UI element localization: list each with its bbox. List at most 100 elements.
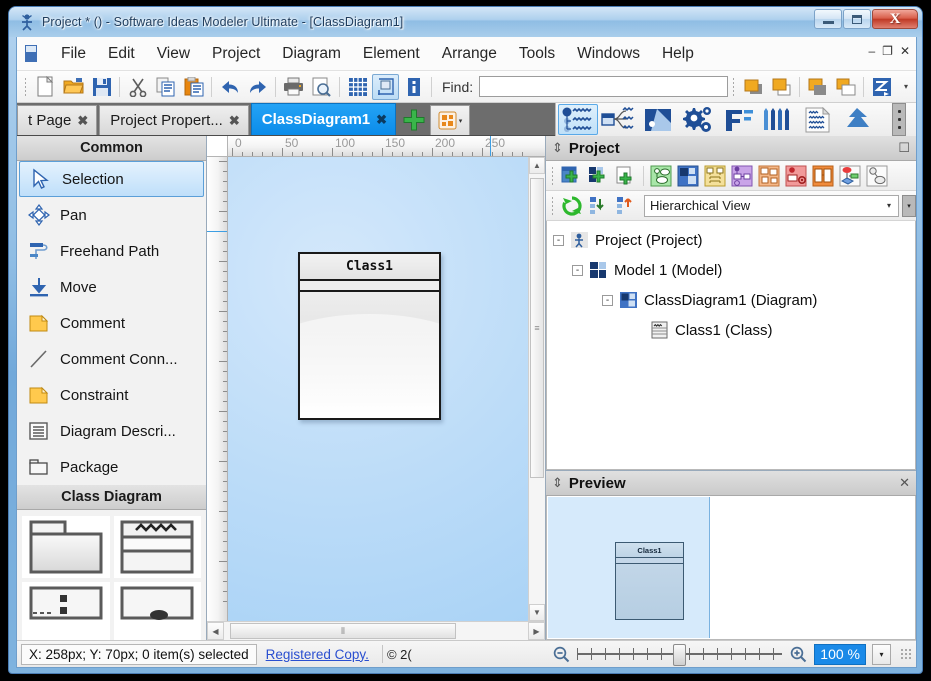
mdi-minimize-button[interactable]: – <box>868 45 875 57</box>
add-project-icon[interactable] <box>559 163 585 189</box>
activity-diagram-add-icon[interactable] <box>837 163 863 189</box>
ruler-icon[interactable] <box>372 73 399 100</box>
scroll-down-button[interactable]: ▼ <box>529 604 545 621</box>
view-mode-select[interactable]: Hierarchical View ▾ <box>644 194 899 217</box>
resize-grip[interactable] <box>900 648 912 660</box>
close-button[interactable]: X <box>872 9 918 29</box>
panel-toolbar-grip[interactable] <box>551 165 555 186</box>
auto-hide-pin-icon[interactable]: ⇕ <box>552 140 563 156</box>
maximize-button[interactable] <box>843 9 871 29</box>
collapse-all-icon[interactable] <box>613 193 639 219</box>
project-tree[interactable]: - Project (Project) - Model 1 (Model) - … <box>546 221 916 470</box>
grid-icon[interactable] <box>344 74 371 100</box>
canvas-horizontal-scrollbar[interactable]: ◀ ⦀ ▶ <box>207 621 545 640</box>
tab-start-page[interactable]: t Page ✖ <box>17 105 98 135</box>
cut-scissors-icon[interactable] <box>124 74 151 100</box>
tool-diagram-description[interactable]: Diagram Descri... <box>17 413 206 449</box>
format-font-icon[interactable] <box>718 104 758 135</box>
bring-forward-icon[interactable] <box>768 74 795 100</box>
auto-hide-pin-icon[interactable]: ⇕ <box>552 475 563 491</box>
tool-comment[interactable]: Comment <box>17 305 206 341</box>
vscroll-track[interactable]: ≡ <box>529 174 545 604</box>
tab-close-icon[interactable]: ✖ <box>376 112 387 128</box>
tab-classdiagram1[interactable]: ClassDiagram1 ✖ <box>250 103 397 135</box>
use-case-diagram-icon[interactable] <box>558 104 598 135</box>
zoom-dropdown-button[interactable]: ▾ <box>872 643 891 665</box>
tree-item-class1[interactable]: Class1 (Class) <box>547 315 915 345</box>
other-diagram-add-icon[interactable] <box>864 163 890 189</box>
menu-arrange[interactable]: Arrange <box>431 42 508 66</box>
scroll-right-button[interactable]: ▶ <box>528 622 545 640</box>
document-text-icon[interactable] <box>798 104 838 135</box>
panel-toolbar-grip-2[interactable] <box>551 195 555 216</box>
scroll-left-button[interactable]: ◀ <box>207 622 224 640</box>
note-shape-icon[interactable] <box>113 582 201 640</box>
info-icon[interactable] <box>400 74 427 100</box>
vertical-ruler[interactable]: 0 50 100 150 200 250 300 350 400 <box>207 157 228 621</box>
tree-item-project[interactable]: - Project (Project) <box>547 225 915 255</box>
close-icon[interactable]: ✕ <box>899 475 910 491</box>
send-backward-icon[interactable] <box>804 74 831 100</box>
menu-element[interactable]: Element <box>352 42 431 66</box>
tool-move[interactable]: Move <box>17 269 206 305</box>
undo-arrow-icon[interactable] <box>216 74 243 100</box>
gears-settings-icon[interactable] <box>678 104 718 135</box>
deployment-diagram-add-icon[interactable] <box>783 163 809 189</box>
toolbox-section-common-header[interactable]: Common <box>17 136 206 161</box>
shape-fill-icon[interactable] <box>638 104 678 135</box>
menu-file[interactable]: File <box>50 42 97 66</box>
horizontal-ruler[interactable]: 0 50 100 150 200 250 <box>228 136 545 157</box>
expander-toggle[interactable]: - <box>602 294 613 306</box>
registered-copy-link[interactable]: Registered Copy. <box>266 647 369 662</box>
search-input[interactable] <box>479 76 729 97</box>
canvas-vertical-scrollbar[interactable]: ▲ ≡ ▼ <box>528 157 545 621</box>
zoom-in-icon[interactable] <box>788 644 808 664</box>
toolbar-overflow-button[interactable]: ▾ <box>900 75 912 99</box>
tab-close-icon[interactable]: ✖ <box>77 113 88 129</box>
mdi-restore-button[interactable]: ❐ <box>882 45 893 57</box>
menu-tools[interactable]: Tools <box>508 42 566 66</box>
add-model-icon[interactable] <box>586 163 612 189</box>
state-diagram-add-icon[interactable] <box>729 163 755 189</box>
send-to-back-icon[interactable] <box>832 74 859 100</box>
add-tab-button[interactable] <box>398 105 431 135</box>
tab-list-button[interactable]: ▾ <box>430 105 471 135</box>
preview-body[interactable]: Class1 <box>546 496 916 640</box>
class-element[interactable]: Class1 <box>298 252 441 420</box>
menu-windows[interactable]: Windows <box>566 42 651 66</box>
menu-project[interactable]: Project <box>201 42 271 66</box>
mdi-close-button[interactable]: ✕ <box>900 45 910 57</box>
object-diagram-add-icon[interactable] <box>810 163 836 189</box>
diagram-toolbar-overflow[interactable] <box>892 103 906 136</box>
tool-comment-connector[interactable]: Comment Conn... <box>17 341 206 377</box>
toolbar-grip[interactable] <box>24 76 28 97</box>
sort-z-icon[interactable] <box>868 74 895 100</box>
tool-package[interactable]: Package <box>17 449 206 485</box>
zoom-slider-thumb[interactable] <box>673 644 687 666</box>
expander-toggle[interactable]: - <box>553 234 564 246</box>
scroll-up-button[interactable]: ▲ <box>529 157 545 174</box>
class-diagram-add-icon[interactable] <box>675 163 701 189</box>
package-shape-icon[interactable] <box>22 516 110 578</box>
menu-help[interactable]: Help <box>651 42 705 66</box>
tree-shape-icon[interactable] <box>838 104 878 135</box>
print-icon[interactable] <box>280 74 307 100</box>
canvas-paper[interactable]: Class1 <box>228 157 528 621</box>
menu-diagram[interactable]: Diagram <box>271 42 352 66</box>
float-panel-icon[interactable]: ☐ <box>898 140 910 156</box>
tool-pan[interactable]: Pan <box>17 197 206 233</box>
tool-selection[interactable]: Selection <box>19 161 204 197</box>
view-select-overflow[interactable]: ▾ <box>902 194 916 217</box>
tab-close-icon[interactable]: ✖ <box>229 113 240 129</box>
hscroll-track[interactable]: ⦀ <box>224 622 528 640</box>
paste-icon[interactable] <box>180 74 207 100</box>
toolbar-grip-2[interactable] <box>732 76 737 97</box>
component-diagram-add-icon[interactable] <box>756 163 782 189</box>
tool-constraint[interactable]: Constraint <box>17 377 206 413</box>
minimize-button[interactable] <box>814 9 842 29</box>
tree-item-model[interactable]: - Model 1 (Model) <box>547 255 915 285</box>
add-document-icon[interactable] <box>613 163 639 189</box>
diagram-canvas[interactable]: Class1 <box>228 157 528 621</box>
tool-freehand-path[interactable]: Freehand Path <box>17 233 206 269</box>
zoom-level-value[interactable]: 100 % <box>814 643 866 665</box>
